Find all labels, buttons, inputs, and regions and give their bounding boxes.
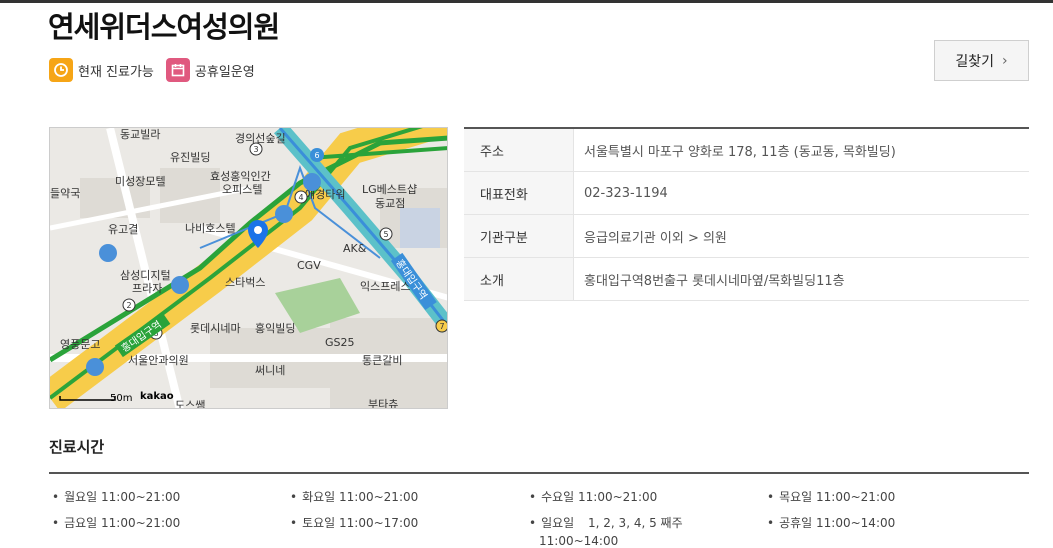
map-label: 롯데시네마 (190, 322, 241, 335)
intro-value: 홍대입구역8번출구 롯데시네마옆/목화빌딩11층 (584, 273, 845, 289)
info-row-category: 기관구분 응급의료기관 이외 > 의원 (464, 215, 1029, 258)
chevron-right-icon: › (1002, 52, 1008, 69)
hours-item-holiday: • 공휴일 11:00~14:00 (767, 516, 896, 530)
map-label: 익스프레스 (360, 280, 411, 293)
map-label: 효성홍익인간 (210, 169, 271, 183)
svg-text:7: 7 (439, 322, 444, 331)
category-value: 응급의료기관 이외 > 의원 (584, 230, 727, 246)
map-label: 서울안과의원 (128, 354, 189, 367)
info-key: 소개 (464, 258, 574, 300)
hours-item-wed: • 수요일 11:00~21:00 (529, 490, 658, 504)
map-label: 프라자 (132, 282, 162, 295)
info-row-address: 주소 서울특별시 마포구 양화로 178, 11층 (동교동, 목화빌딩) (464, 129, 1029, 172)
info-row-intro: 소개 홍대입구역8번출구 롯데시네마옆/목화빌딩11층 (464, 258, 1029, 301)
hours-time: 11:00~21:00 (101, 516, 181, 530)
map-label: 홍익빌딩 (255, 321, 295, 335)
hours-time: 11:00~21:00 (101, 490, 181, 504)
hours-day: 일요일 (541, 516, 575, 530)
hours-item-tue: • 화요일 11:00~21:00 (290, 490, 419, 504)
bus-stop-icon (171, 276, 189, 294)
hours-item-sun: • 일요일 1, 2, 3, 4, 5 째주 11:00~14:00 (529, 516, 683, 548)
open-now-label: 현재 진료가능 (78, 64, 154, 80)
map-label: 들약국 (50, 186, 80, 200)
hours-item-thu: • 목요일 11:00~21:00 (767, 490, 896, 504)
svg-text:4: 4 (298, 193, 303, 202)
map-provider-logo: kakao (140, 391, 174, 402)
holiday-badge: 공휴일운영 (165, 58, 255, 82)
page-title: 연세위더스여성의원 (48, 10, 280, 44)
svg-text:3: 3 (253, 145, 258, 154)
map-label: 써니네 (255, 364, 285, 377)
info-key: 기관구분 (464, 215, 574, 257)
clinic-info-table: 주소 서울특별시 마포구 양화로 178, 11층 (동교동, 목화빌딩) 대표… (464, 127, 1029, 301)
hours-time: 11:00~17:00 (339, 516, 419, 530)
hours-time: 11:00~14:00 (816, 516, 896, 530)
location-map[interactable]: 동교빌라 경의선숲길 유진빌딩 미성장모텔 효성홍익인간 오피스텔 애경타워 L… (49, 127, 448, 409)
map-label: 미성장모텔 (115, 175, 166, 188)
bus-stop-icon (275, 205, 293, 223)
hours-item-sat: • 토요일 11:00~17:00 (290, 516, 419, 530)
holiday-label: 공휴일운영 (194, 64, 255, 80)
svg-text:2: 2 (126, 301, 131, 310)
bus-stop-icon (86, 358, 104, 376)
map-label: 부타츄 (368, 398, 398, 409)
hours-time: 11:00~21:00 (816, 490, 896, 504)
map-scale-label: 50m (110, 393, 132, 404)
address-value: 서울특별시 마포구 양화로 178, 11층 (동교동, 목화빌딩) (584, 144, 896, 160)
info-key: 주소 (464, 129, 574, 171)
hours-day: 토요일 (302, 516, 336, 530)
map-label: 동교점 (375, 197, 405, 210)
hours-time: 11:00~21:00 (578, 490, 658, 504)
info-row-phone: 대표전화 02-323-1194 (464, 172, 1029, 215)
directions-label: 길찾기 (955, 53, 995, 70)
directions-button[interactable]: 길찾기 › (934, 40, 1029, 81)
info-key: 대표전화 (464, 172, 574, 214)
hours-time: 11:00~21:00 (339, 490, 419, 504)
hours-day: 화요일 (302, 490, 336, 504)
svg-text:5: 5 (383, 230, 388, 239)
map-label: 나비호스텔 (185, 222, 236, 235)
calendar-icon (165, 58, 190, 82)
hours-day: 목요일 (779, 490, 813, 504)
status-badges: 현재 진료가능 공휴일운영 (49, 58, 267, 82)
svg-text:6: 6 (314, 151, 319, 160)
hours-title: 진료시간 (49, 438, 105, 456)
map-label: 오피스텔 (222, 183, 262, 196)
bus-stop-icon (303, 173, 321, 191)
hours-time-sub: 11:00~14:00 (539, 534, 619, 548)
map-label: 도스쌤 (175, 399, 205, 409)
clock-icon (49, 58, 73, 82)
map-label: LG베스트샵 (362, 183, 417, 196)
bus-stop-icon (99, 244, 117, 262)
map-label: 동교빌라 (120, 128, 160, 141)
hours-day: 공휴일 (779, 516, 813, 530)
hours-item-fri: • 금요일 11:00~21:00 (52, 516, 181, 530)
phone-value[interactable]: 02-323-1194 (574, 172, 668, 214)
map-label: 삼성디지털 (120, 269, 171, 282)
open-now-badge: 현재 진료가능 (49, 58, 154, 82)
map-label: 유진빌딩 (170, 151, 210, 164)
map-label: 스타벅스 (225, 276, 265, 289)
map-label: 통큰갈비 (362, 353, 402, 367)
hours-item-mon: • 월요일 11:00~21:00 (52, 490, 181, 504)
hours-day: 수요일 (541, 490, 575, 504)
map-label: 영풍문고 (60, 338, 100, 351)
hours-day: 월요일 (64, 490, 98, 504)
map-label: GS25 (325, 336, 355, 349)
map-label: CGV (297, 259, 321, 272)
top-border (0, 0, 1053, 3)
map-label: AK& (343, 242, 367, 255)
hours-time: 1, 2, 3, 4, 5 째주 (588, 516, 683, 530)
hours-divider (49, 472, 1029, 474)
hours-day: 금요일 (64, 516, 98, 530)
map-label: 경의선숲길 (235, 132, 286, 145)
map-label: 유고결 (108, 223, 138, 236)
